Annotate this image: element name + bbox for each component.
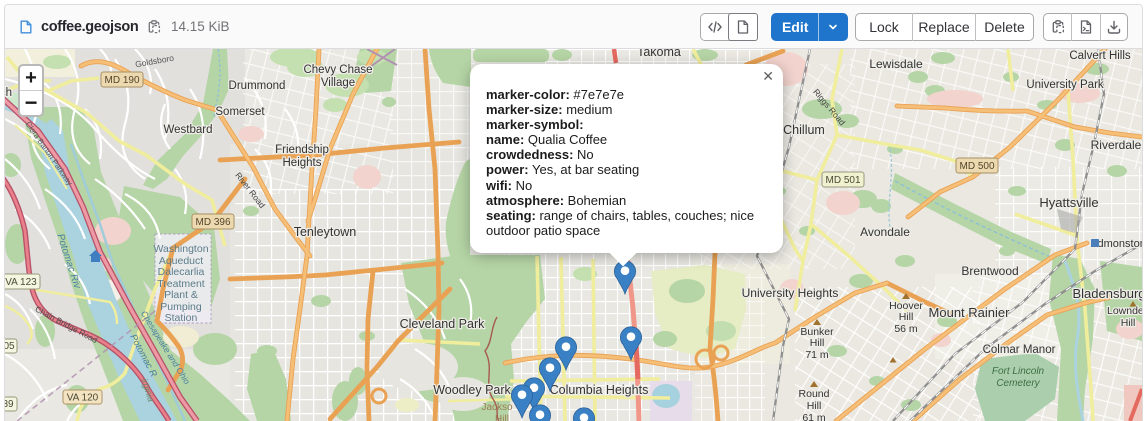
- svg-text:VA 123: VA 123: [5, 277, 37, 288]
- svg-text:Somerset: Somerset: [215, 106, 265, 118]
- svg-text:Hill: Hill: [1121, 317, 1136, 329]
- svg-text:University Heights: University Heights: [742, 286, 839, 300]
- svg-text:MD 500: MD 500: [959, 161, 994, 172]
- svg-text:Hill: Hill: [810, 337, 825, 349]
- svg-text:Riverdale: Riverdale: [1091, 138, 1142, 152]
- svg-text:Cemetery: Cemetery: [996, 378, 1040, 389]
- svg-text:Plant &: Plant &: [164, 289, 198, 301]
- svg-text:MD 396: MD 396: [195, 217, 230, 228]
- svg-text:Woodley Park: Woodley Park: [433, 383, 511, 397]
- svg-text:Drummond: Drummond: [229, 80, 286, 92]
- svg-text:MD 501: MD 501: [825, 175, 860, 186]
- svg-text:Colmar Manor: Colmar Manor: [983, 344, 1056, 356]
- svg-text:71 m: 71 m: [805, 349, 829, 361]
- svg-text:Chillum: Chillum: [783, 123, 825, 137]
- svg-text:Cleveland Park: Cleveland Park: [400, 317, 486, 331]
- svg-text:Mount Rainier: Mount Rainier: [929, 305, 1011, 320]
- svg-text:Friendship: Friendship: [275, 144, 329, 156]
- svg-text:Heights: Heights: [283, 157, 322, 169]
- svg-text:Columbia Heights: Columbia Heights: [550, 383, 649, 397]
- svg-text:Hill: Hill: [807, 400, 822, 412]
- svg-text:Takoma: Takoma: [637, 49, 681, 59]
- svg-text:Village: Village: [321, 77, 355, 89]
- svg-text:Hill: Hill: [899, 311, 914, 323]
- svg-text:Tenleytown: Tenleytown: [294, 225, 357, 239]
- svg-text:Chevy Chase: Chevy Chase: [303, 64, 372, 76]
- svg-text:Avondale: Avondale: [860, 225, 910, 239]
- svg-text:Station: Station: [165, 312, 198, 324]
- svg-text:Westbard: Westbard: [163, 124, 212, 136]
- svg-text:Dalecarlia: Dalecarlia: [158, 266, 205, 278]
- svg-text:MD 190: MD 190: [104, 75, 139, 86]
- svg-text:Hyattsville: Hyattsville: [1039, 195, 1098, 210]
- svg-text:Jackso: Jackso: [481, 402, 513, 413]
- svg-text:Fort Lincoln: Fort Lincoln: [992, 366, 1045, 377]
- svg-text:Bladensburg: Bladensburg: [1073, 286, 1143, 301]
- svg-text:Round: Round: [799, 388, 830, 400]
- svg-text:05: 05: [5, 341, 15, 352]
- svg-text:Lewisdale: Lewisdale: [869, 57, 923, 71]
- svg-text:ch: ch: [5, 87, 12, 99]
- svg-text:Lowndes: Lowndes: [1107, 305, 1142, 317]
- svg-text:VA 120: VA 120: [67, 393, 99, 404]
- svg-text:Washington: Washington: [153, 243, 208, 255]
- svg-text:56 m: 56 m: [894, 323, 918, 335]
- svg-text:Calvert Hills: Calvert Hills: [1069, 50, 1131, 62]
- svg-text:Brentwood: Brentwood: [961, 264, 1018, 278]
- svg-text:39: 39: [5, 399, 14, 410]
- svg-text:University Park: University Park: [1026, 79, 1104, 91]
